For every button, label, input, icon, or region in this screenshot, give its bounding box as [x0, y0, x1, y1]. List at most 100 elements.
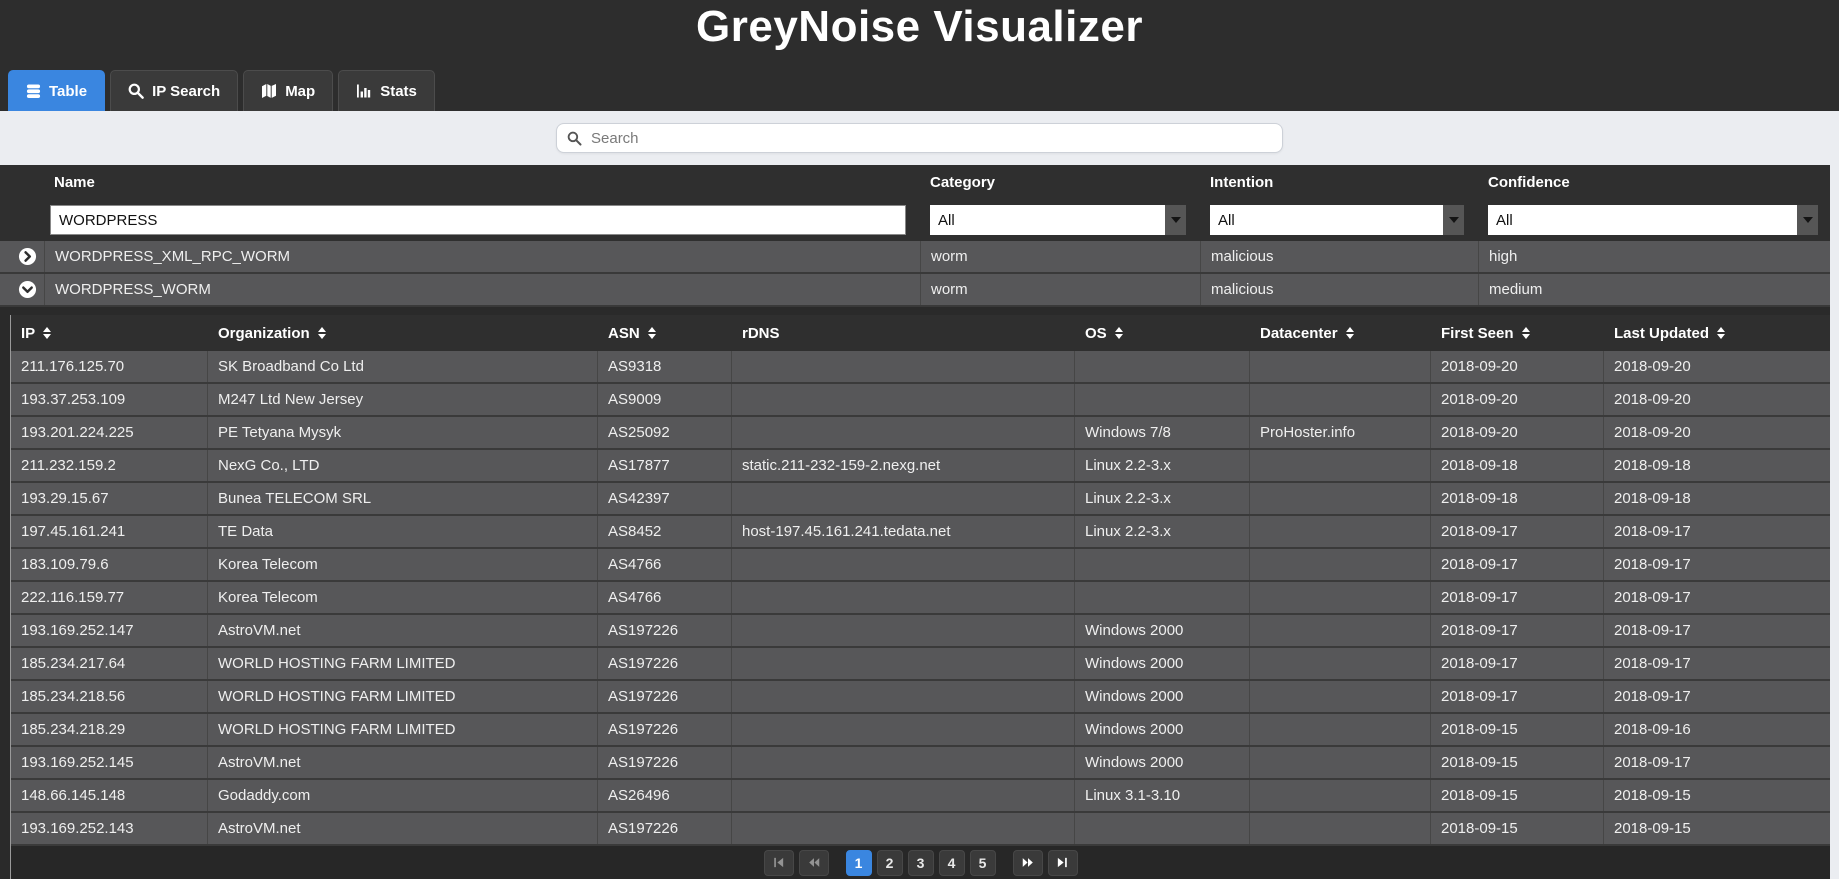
cell-asn: AS197226 — [598, 648, 732, 679]
cell-asn: AS25092 — [598, 417, 732, 448]
next-page-button[interactable] — [1012, 849, 1043, 876]
result-confidence: medium — [1478, 274, 1830, 305]
cell-asn: AS8452 — [598, 516, 732, 547]
table-row[interactable]: 193.169.252.145 AstroVM.net AS197226 Window… — [11, 747, 1830, 780]
cell-first_seen: 2018-09-15 — [1431, 714, 1604, 745]
page-button-2[interactable]: 2 — [876, 849, 903, 876]
cell-org: TE Data — [208, 516, 598, 547]
intention-filter-select[interactable]: All — [1210, 205, 1464, 235]
cell-ip: 193.29.15.67 — [11, 483, 208, 514]
column-header-first_seen[interactable]: First Seen — [1431, 315, 1604, 351]
column-header-os[interactable]: OS — [1075, 315, 1250, 351]
bar-chart-icon — [356, 83, 372, 99]
column-header-last_updated[interactable]: Last Updated — [1604, 315, 1830, 351]
cell-datacenter — [1250, 615, 1431, 646]
table-row[interactable]: 193.29.15.67 Bunea TELECOM SRL AS42397 Linu… — [11, 483, 1830, 516]
table-row[interactable]: 197.45.161.241 TE Data AS8452 host-197.45.1… — [11, 516, 1830, 549]
table-row[interactable]: 148.66.145.148 Godaddy.com AS26496 Linux 3.… — [11, 780, 1830, 813]
table-row[interactable]: 211.232.159.2 NexG Co., LTD AS17877 static.… — [11, 450, 1830, 483]
cell-os — [1075, 582, 1250, 613]
greynoise-app: GreyNoise Visualizer Table IP Search Map… — [0, 0, 1839, 879]
table-row[interactable]: 193.169.252.143 AstroVM.net AS197226 2018-0… — [11, 813, 1830, 846]
cell-rdns — [732, 417, 1075, 448]
table-row[interactable]: 222.116.159.77 Korea Telecom AS4766 2018-09… — [11, 582, 1830, 615]
cell-org: SK Broadband Co Ltd — [208, 351, 598, 382]
cell-first_seen: 2018-09-17 — [1431, 681, 1604, 712]
cell-asn: AS26496 — [598, 780, 732, 811]
cell-org: AstroVM.net — [208, 813, 598, 844]
column-header-datacenter[interactable]: Datacenter — [1250, 315, 1431, 351]
column-header-ip[interactable]: IP — [11, 315, 208, 351]
cell-rdns — [732, 780, 1075, 811]
expand-row-button[interactable] — [0, 241, 44, 272]
cell-first_seen: 2018-09-20 — [1431, 384, 1604, 415]
cell-first_seen: 2018-09-15 — [1431, 747, 1604, 778]
cell-org: Godaddy.com — [208, 780, 598, 811]
column-label: Last Updated — [1614, 324, 1710, 342]
cell-ip: 148.66.145.148 — [11, 780, 208, 811]
cell-datacenter — [1250, 714, 1431, 745]
cell-os: Linux 2.2-3.x — [1075, 483, 1250, 514]
tab-label: Table — [49, 82, 88, 100]
column-header-org[interactable]: Organization — [208, 315, 598, 351]
table-row[interactable]: 185.234.218.29 WORLD HOSTING FARM LIMITED… — [11, 714, 1830, 747]
page-button-5[interactable]: 5 — [969, 849, 996, 876]
table-row[interactable]: 211.176.125.70 SK Broadband Co Ltd AS9318 2… — [11, 351, 1830, 384]
last-page-button[interactable] — [1047, 849, 1078, 876]
page-title: GreyNoise Visualizer — [696, 2, 1143, 51]
cell-asn: AS197226 — [598, 615, 732, 646]
column-header-confidence: Confidence — [1488, 173, 1570, 191]
table-row[interactable]: 193.37.253.109 M247 Ltd New Jersey AS9009 2… — [11, 384, 1830, 417]
cell-last_updated: 2018-09-17 — [1614, 589, 1691, 606]
table-row[interactable]: 193.201.224.225 PE Tetyana Mysyk AS25092 Wi… — [11, 417, 1830, 450]
cell-os: Windows 2000 — [1075, 615, 1250, 646]
search-input[interactable] — [589, 128, 1272, 148]
category-filter-select[interactable]: All — [930, 205, 1186, 235]
cell-first_seen: 2018-09-20 — [1431, 351, 1604, 382]
table-row[interactable]: 183.109.79.6 Korea Telecom AS4766 2018-09-1… — [11, 549, 1830, 582]
cell-os: Linux 3.1-3.10 — [1075, 780, 1250, 811]
page-button-4[interactable]: 4 — [938, 849, 965, 876]
previous-page-button[interactable] — [798, 849, 829, 876]
cell-rdns: static.211-232-159-2.nexg.net — [732, 450, 1075, 481]
tab-bar: Table IP Search Map Stats — [0, 64, 1839, 111]
cell-datacenter — [1250, 450, 1431, 481]
cell-rdns — [732, 582, 1075, 613]
column-header-intention: Intention — [1210, 173, 1274, 191]
cell-os — [1075, 549, 1250, 580]
tab-map[interactable]: Map — [243, 70, 334, 111]
result-row-wordpress-worm[interactable]: WORDPRESS_WORM worm malicious medium — [0, 274, 1830, 307]
table-row[interactable]: 185.234.218.56 WORLD HOSTING FARM LIMITED… — [11, 681, 1830, 714]
page-button-3[interactable]: 3 — [907, 849, 934, 876]
cell-rdns — [732, 351, 1075, 382]
tab-table[interactable]: Table — [8, 70, 106, 111]
filter-row: All All All — [0, 199, 1830, 241]
intention-filter-value: All — [1218, 211, 1235, 229]
table-row[interactable]: 185.234.217.64 WORLD HOSTING FARM LIMITED… — [11, 648, 1830, 681]
cell-rdns — [732, 549, 1075, 580]
column-header-asn[interactable]: ASN — [598, 315, 732, 351]
cell-datacenter — [1250, 648, 1431, 679]
column-label: IP — [21, 324, 36, 342]
cell-last_updated: 2018-09-18 — [1614, 457, 1691, 474]
table-row[interactable]: 193.169.252.147 AstroVM.net AS197226 Window… — [11, 615, 1830, 648]
cell-datacenter — [1250, 549, 1431, 580]
cell-first_seen: 2018-09-20 — [1431, 417, 1604, 448]
cell-first_seen: 2018-09-17 — [1431, 648, 1604, 679]
cell-asn: AS197226 — [598, 681, 732, 712]
tab-stats[interactable]: Stats — [338, 70, 435, 111]
cell-asn: AS9318 — [598, 351, 732, 382]
confidence-filter-select[interactable]: All — [1488, 205, 1818, 235]
collapse-row-button[interactable] — [0, 274, 44, 305]
page-button-1[interactable]: 1 — [845, 849, 872, 876]
first-page-button[interactable] — [763, 849, 794, 876]
result-row-wordpress-xml-rpc-worm[interactable]: WORDPRESS_XML_RPC_WORM worm malicious hi… — [0, 241, 1830, 274]
cell-datacenter — [1250, 516, 1431, 547]
column-label: rDNS — [742, 324, 780, 342]
cell-last_updated: 2018-09-20 — [1614, 358, 1691, 375]
cell-ip: 197.45.161.241 — [11, 516, 208, 547]
tab-ip-search[interactable]: IP Search — [110, 70, 239, 111]
map-icon — [261, 83, 277, 99]
name-filter-input[interactable] — [50, 205, 906, 235]
cell-last_updated: 2018-09-20 — [1614, 391, 1691, 408]
